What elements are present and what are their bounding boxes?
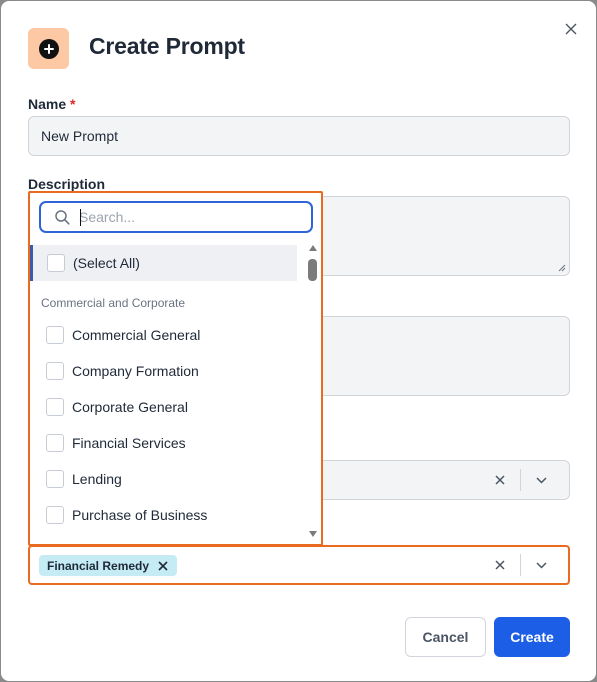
list-item[interactable]: Financial Services — [30, 425, 297, 461]
select-all-label: (Select All) — [73, 255, 140, 271]
cancel-button[interactable]: Cancel — [405, 617, 486, 657]
checkbox[interactable] — [46, 326, 64, 344]
tag-chip: Financial Remedy — [39, 555, 178, 576]
tag-chip-label: Financial Remedy — [47, 558, 150, 573]
name-label: Name * — [28, 96, 75, 112]
checkbox[interactable] — [46, 506, 64, 524]
required-mark: * — [70, 96, 76, 112]
remove-tag-icon[interactable] — [157, 560, 169, 572]
chevron-down-icon[interactable] — [531, 547, 551, 583]
clear-icon[interactable] — [490, 461, 510, 499]
name-label-text: Name — [28, 96, 67, 112]
options-list: (Select All) Commercial and Corporate Co… — [30, 243, 300, 543]
search-input[interactable] — [79, 207, 304, 227]
name-input-value: New Prompt — [41, 128, 119, 144]
close-icon[interactable] — [562, 20, 580, 38]
scroll-down-arrow-icon[interactable] — [309, 531, 317, 537]
select-divider — [520, 469, 521, 491]
list-item[interactable]: Corporate General — [30, 389, 297, 425]
search-icon — [55, 210, 70, 225]
list-item-label: Financial Services — [72, 435, 186, 451]
name-input[interactable]: New Prompt — [28, 116, 570, 156]
list-item-label: Corporate General — [72, 399, 188, 415]
list-item-label: Commercial General — [72, 327, 201, 343]
dropdown-search-box[interactable] — [39, 201, 313, 233]
create-button[interactable]: Create — [494, 617, 570, 657]
checkbox[interactable] — [46, 434, 64, 452]
tags-select[interactable]: Financial Remedy — [28, 545, 570, 585]
plus-circle-icon — [28, 28, 69, 69]
scrollbar-thumb[interactable] — [308, 259, 317, 281]
scrollbar[interactable] — [307, 243, 319, 539]
clear-icon[interactable] — [490, 547, 510, 583]
resize-handle-icon[interactable] — [558, 264, 566, 272]
checkbox[interactable] — [46, 398, 64, 416]
list-item[interactable]: Purchase of Business — [30, 497, 297, 533]
text-caret — [80, 209, 81, 226]
checkbox[interactable] — [47, 254, 65, 272]
group-header: Commercial and Corporate — [41, 296, 186, 310]
select-all-option[interactable]: (Select All) — [30, 245, 297, 281]
checkbox[interactable] — [46, 470, 64, 488]
list-item-label: Lending — [72, 471, 122, 487]
select-divider — [520, 554, 521, 576]
checkbox[interactable] — [46, 362, 64, 380]
list-item-label: Company Formation — [72, 363, 199, 379]
chevron-down-icon[interactable] — [531, 461, 551, 499]
scroll-up-arrow-icon[interactable] — [309, 245, 317, 251]
category-dropdown-panel: (Select All) Commercial and Corporate Co… — [28, 191, 323, 546]
description-label: Description — [28, 176, 106, 192]
list-item[interactable]: Company Formation — [30, 353, 297, 389]
list-item[interactable]: Lending — [30, 461, 297, 497]
create-prompt-modal: Create Prompt Name * New Prompt Descript… — [1, 1, 596, 681]
modal-title: Create Prompt — [89, 33, 245, 59]
list-item[interactable]: Commercial General — [30, 317, 297, 353]
list-item-label: Purchase of Business — [72, 507, 208, 523]
